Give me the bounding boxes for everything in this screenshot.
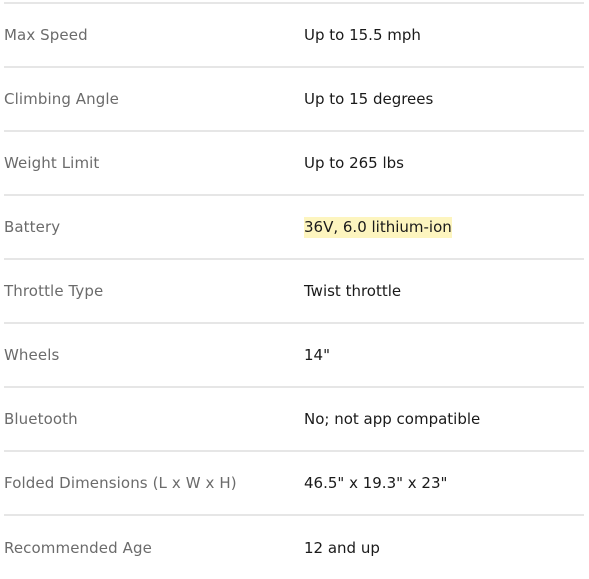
spec-label: Throttle Type — [4, 282, 104, 300]
spec-value: Up to 265 lbs — [304, 131, 584, 195]
spec-row-weight-limit: Weight Limit Up to 265 lbs — [4, 131, 584, 195]
spec-row-folded-dimensions: Folded Dimensions (L x W x H) 46.5" x 19… — [4, 451, 584, 515]
spec-value: 36V, 6.0 lithium-ion — [304, 195, 584, 259]
spec-value-text: 46.5" x 19.3" x 23" — [304, 474, 448, 492]
spec-value-text: Up to 15.5 mph — [304, 26, 421, 44]
spec-label: Wheels — [4, 346, 60, 364]
spec-value: No; not app compatible — [304, 387, 584, 451]
spec-row-bluetooth: Bluetooth No; not app compatible — [4, 387, 584, 451]
specifications-table: Max Speed Up to 15.5 mph Climbing Angle … — [4, 2, 584, 579]
spec-value-text: No; not app compatible — [304, 410, 481, 428]
spec-label: Recommended Age — [4, 538, 152, 557]
spec-value-text: 14" — [304, 346, 330, 364]
spec-label: Max Speed — [4, 26, 88, 44]
spec-value-text: Up to 265 lbs — [304, 154, 404, 172]
spec-value: 12 and up — [304, 515, 584, 579]
spec-value: Twist throttle — [304, 259, 584, 323]
spec-label: Bluetooth — [4, 410, 78, 428]
spec-row-throttle-type: Throttle Type Twist throttle — [4, 259, 584, 323]
spec-value-text: 12 and up — [304, 538, 380, 557]
spec-label: Climbing Angle — [4, 90, 119, 108]
spec-value-text: Up to 15 degrees — [304, 90, 434, 108]
spec-label: Folded Dimensions (L x W x H) — [4, 474, 237, 492]
spec-value: Up to 15.5 mph — [304, 3, 584, 67]
spec-row-recommended-age: Recommended Age 12 and up — [4, 515, 584, 579]
spec-value: 14" — [304, 323, 584, 387]
spec-row-climbing-angle: Climbing Angle Up to 15 degrees — [4, 67, 584, 131]
spec-label: Battery — [4, 218, 61, 236]
spec-value: Up to 15 degrees — [304, 67, 584, 131]
highlighted-spec-value: 36V, 6.0 lithium-ion — [304, 217, 452, 238]
spec-row-battery: Battery 36V, 6.0 lithium-ion — [4, 195, 584, 259]
spec-value: 46.5" x 19.3" x 23" — [304, 451, 584, 515]
spec-value-text: Twist throttle — [304, 282, 402, 300]
spec-row-max-speed: Max Speed Up to 15.5 mph — [4, 3, 584, 67]
spec-row-wheels: Wheels 14" — [4, 323, 584, 387]
spec-label: Weight Limit — [4, 154, 100, 172]
